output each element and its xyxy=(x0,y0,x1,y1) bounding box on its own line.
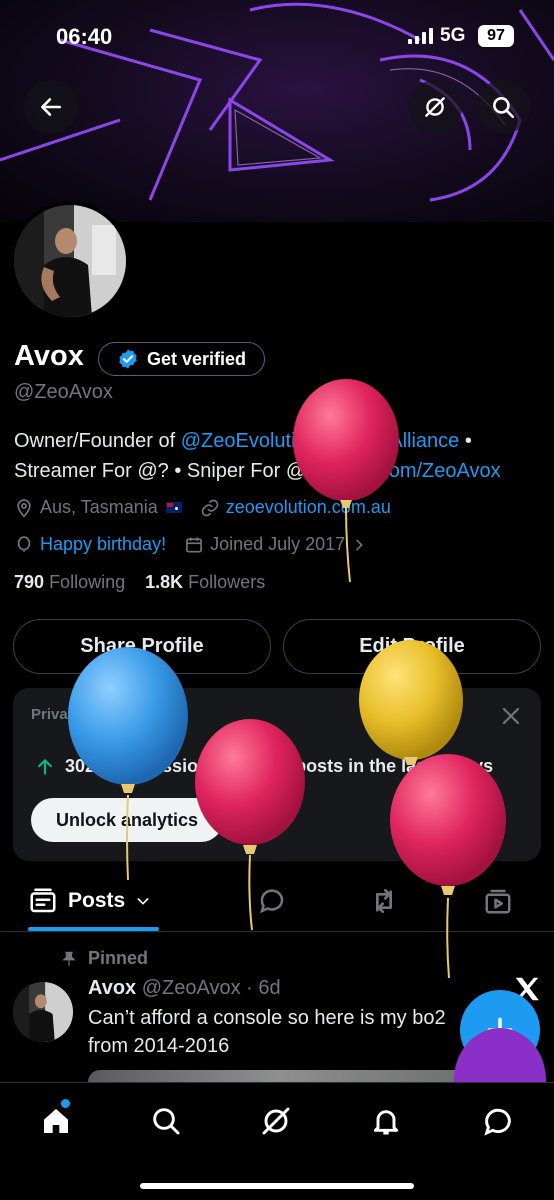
pinned-label: Pinned xyxy=(60,948,148,969)
home-notification-dot xyxy=(61,1099,70,1108)
bio-link-zeoevolution[interactable]: @ZeoEvolution xyxy=(181,430,318,452)
close-icon xyxy=(502,707,520,725)
status-time: 06:40 xyxy=(56,24,113,49)
chevron-right-icon[interactable] xyxy=(351,537,367,553)
battery-indicator: 97 xyxy=(478,25,514,47)
home-icon xyxy=(44,1109,68,1133)
tab-reposts[interactable] xyxy=(364,870,404,932)
location-text: Aus, Tasmania xyxy=(40,497,158,517)
search-button[interactable] xyxy=(476,80,530,134)
search-icon xyxy=(153,1108,180,1135)
tab-posts-label: Posts xyxy=(68,889,126,912)
balloon-icon xyxy=(14,535,34,555)
following-count: 790 xyxy=(14,572,45,592)
location-icon xyxy=(14,498,34,518)
impressions-text: 302K impressions on your posts in the la… xyxy=(65,756,494,776)
post-author-avatar[interactable] xyxy=(13,982,73,1042)
compose-post-button[interactable] xyxy=(460,990,540,1070)
bio-separator: / xyxy=(317,430,335,452)
tab-replies[interactable] xyxy=(252,870,292,932)
bell-icon xyxy=(373,1110,399,1135)
post-media-preview[interactable] xyxy=(88,1070,468,1082)
unlock-analytics-button[interactable]: Unlock analytics xyxy=(31,798,223,842)
profile-tabs: Posts xyxy=(0,870,554,932)
private-label: Private to you xyxy=(31,706,131,723)
pinned-text: Pinned xyxy=(88,948,149,968)
post-header: Avox @ZeoAvox · 6d xyxy=(88,977,281,1000)
joined-text: Joined July 2017 xyxy=(210,534,346,554)
profile-avatar[interactable] xyxy=(10,201,130,321)
follow-counts: 790 Following 1.8K Followers xyxy=(14,572,265,593)
media-icon xyxy=(485,889,511,914)
up-arrow-icon xyxy=(38,758,52,775)
get-verified-button[interactable]: Get verified xyxy=(98,342,265,376)
bio-text: Owner/Founder of xyxy=(14,430,181,452)
verified-badge-icon xyxy=(119,349,137,369)
tab-media[interactable] xyxy=(478,870,518,932)
post-avatar-photo xyxy=(13,982,73,1042)
pin-icon xyxy=(62,951,76,966)
website-link[interactable]: zeoevolution.com.au xyxy=(226,497,391,518)
profile-name: Avox xyxy=(14,340,84,372)
close-analytics-button[interactable] xyxy=(499,704,523,733)
profile-meta-location: Aus, Tasmania zeoevolution.com.au xyxy=(14,497,391,518)
post-handle-time: @ZeoAvox · 6d xyxy=(141,977,281,999)
nav-grok[interactable] xyxy=(256,1101,296,1141)
search-icon xyxy=(493,97,515,119)
profile-bio: Owner/Founder of @ZeoEvolution / @ZeoAll… xyxy=(14,426,544,486)
bio-link-zeoalliance[interactable]: @ZeoAlliance xyxy=(334,430,459,452)
get-verified-label: Get verified xyxy=(147,348,247,369)
home-indicator xyxy=(140,1183,414,1189)
post-text: Can’t afford a console so here is my bo2… xyxy=(88,1007,446,1057)
back-arrow-icon xyxy=(41,98,61,116)
nav-search[interactable] xyxy=(146,1101,186,1141)
nav-messages[interactable] xyxy=(478,1101,518,1141)
share-profile-button[interactable]: Share Profile xyxy=(13,619,271,674)
following-link[interactable]: 790 Following xyxy=(14,572,125,592)
followers-label: Followers xyxy=(188,572,266,592)
followers-link[interactable]: 1.8K Followers xyxy=(145,572,265,592)
tab-active-indicator xyxy=(28,927,159,931)
following-label: Following xyxy=(49,572,126,592)
tab-posts[interactable]: Posts xyxy=(28,870,168,932)
edit-profile-button[interactable]: Edit Profile xyxy=(283,619,541,674)
nav-notifications[interactable] xyxy=(366,1101,406,1141)
reply-icon xyxy=(260,889,284,914)
signal-icon xyxy=(408,28,433,44)
profile-meta-dates: Happy birthday! Joined July 2017 xyxy=(14,534,373,555)
profile-handle: @ZeoAvox xyxy=(14,381,113,403)
calendar-icon xyxy=(184,535,204,555)
grok-icon xyxy=(262,1107,290,1135)
australia-flag-icon xyxy=(165,502,182,513)
followers-count: 1.8K xyxy=(145,572,184,592)
analytics-card: Private to you 302K impressions on your … xyxy=(13,688,541,861)
birthday-text[interactable]: Happy birthday! xyxy=(40,534,166,555)
posts-icon xyxy=(30,888,56,913)
back-button[interactable] xyxy=(24,80,78,134)
repost-icon xyxy=(376,889,392,913)
network-type: 5G xyxy=(440,25,466,46)
plus-icon xyxy=(487,1017,513,1043)
post-author-name[interactable]: Avox xyxy=(88,977,136,999)
messages-icon xyxy=(484,1108,511,1136)
grok-icon xyxy=(425,97,445,117)
impressions-row: 302K impressions on your posts in the la… xyxy=(35,756,493,777)
bio-link-kick[interactable]: Kick.com/ZeoAvox xyxy=(335,460,500,482)
nav-home[interactable] xyxy=(36,1099,76,1141)
link-icon xyxy=(200,498,220,518)
chevron-down-icon xyxy=(137,898,149,905)
grok-button[interactable] xyxy=(408,80,462,134)
avatar-photo xyxy=(14,205,126,317)
status-bar: 06:40 5G 97 xyxy=(0,22,554,52)
